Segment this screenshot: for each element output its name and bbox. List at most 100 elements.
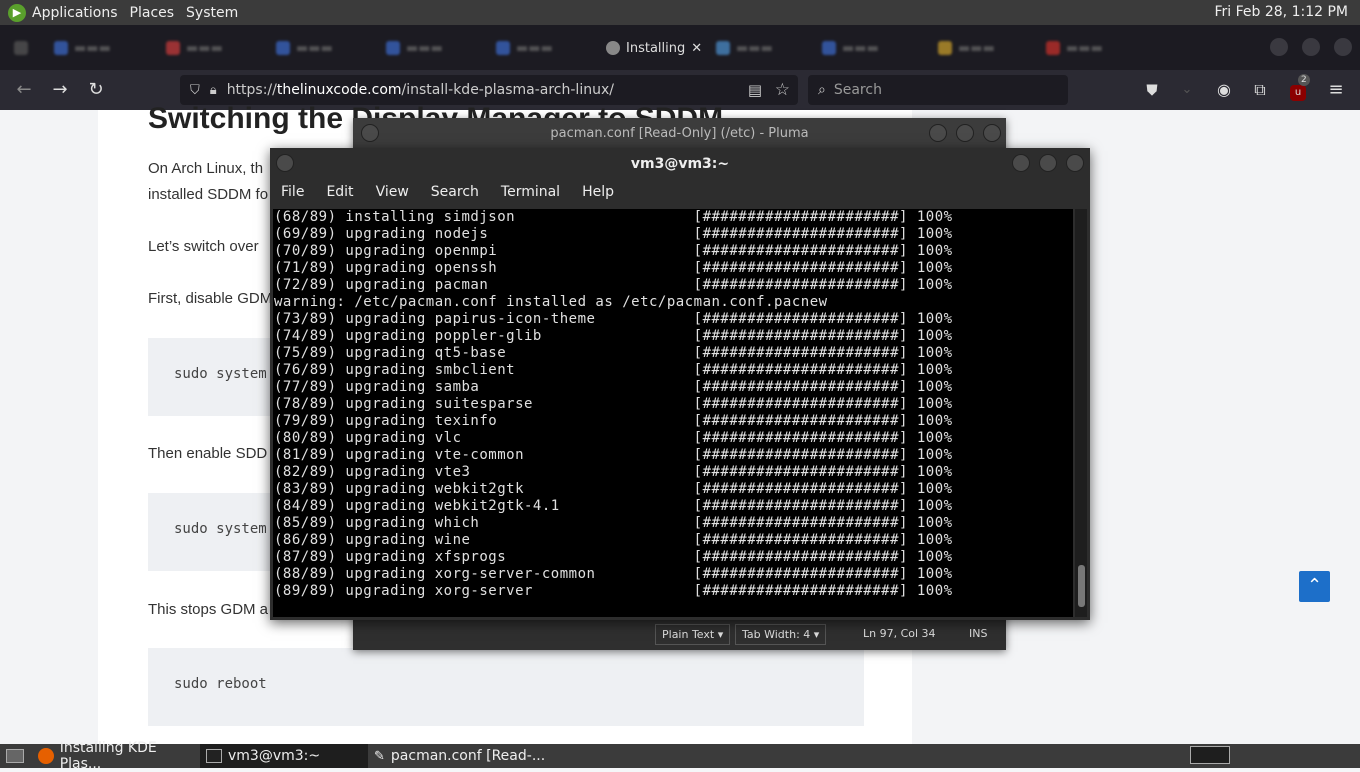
workspace-switcher[interactable]	[1190, 746, 1230, 764]
menu-help[interactable]: Help	[571, 180, 625, 206]
extensions-icon[interactable]: ⧉	[1248, 79, 1272, 101]
terminal-line: (71/89) upgrading openssh [#############…	[274, 260, 953, 276]
tab-blurred-8[interactable]: ▬▬▬	[932, 33, 1040, 63]
syntax-dropdown[interactable]: Plain Text ▾	[655, 624, 731, 645]
terminal-minimize-button[interactable]	[1012, 154, 1030, 172]
account-icon[interactable]: ◉	[1212, 79, 1236, 101]
tab-blurred-9[interactable]: ▬▬▬	[1040, 33, 1148, 63]
hamburger-menu-icon[interactable]: ≡	[1324, 79, 1348, 101]
task-browser[interactable]: Installing KDE Plas...	[32, 740, 200, 772]
task-browser-label: Installing KDE Plas...	[59, 740, 157, 772]
downloads-icon[interactable]: ⌄	[1175, 79, 1199, 101]
terminal-line: (68/89) installing simdjson [###########…	[274, 209, 953, 225]
terminal-title: vm3@vm3:~	[630, 156, 730, 172]
extension-badge: 2	[1298, 74, 1310, 86]
tab-overview-icon[interactable]	[8, 33, 48, 63]
paragraph-4: Then enable SDD	[148, 445, 268, 462]
terminal-line: (75/89) upgrading qt5-base [############…	[274, 345, 953, 361]
back-button[interactable]: ←	[12, 79, 36, 101]
system-menu[interactable]: System	[180, 5, 244, 21]
tab-blurred-4[interactable]: ▬▬▬	[380, 33, 488, 63]
terminal-line: (85/89) upgrading which [###############…	[274, 515, 953, 531]
firefox-icon	[38, 748, 54, 764]
applications-menu[interactable]: Applications	[26, 5, 124, 21]
syntax-label: Plain Text	[662, 628, 715, 641]
pluma-status-bar: Plain Text ▾ Tab Width: 4 ▾ Ln 97, Col 3…	[353, 620, 1006, 650]
scrollbar-thumb[interactable]	[1078, 565, 1085, 607]
code-text: sudo reboot	[174, 676, 267, 692]
terminal-line: (86/89) upgrading wine [################…	[274, 532, 953, 548]
terminal-line: (83/89) upgrading webkit2gtk [##########…	[274, 481, 953, 497]
tab-blurred-3[interactable]: ▬▬▬	[270, 33, 378, 63]
bottom-taskbar: Installing KDE Plas... vm3@vm3:~ ✎ pacma…	[0, 740, 1360, 772]
pluma-title: pacman.conf [Read-Only] (/etc) - Pluma	[550, 126, 809, 141]
task-terminal-label: vm3@vm3:~	[228, 748, 321, 764]
tab-blurred-2[interactable]: ▬▬▬	[160, 33, 268, 63]
close-tab-icon[interactable]: ✕	[691, 41, 702, 56]
url-bar[interactable]: ⛉ 🔒︎ https://thelinuxcode.com/install-kd…	[180, 75, 798, 105]
terminal-window[interactable]: vm3@vm3:~ File Edit View Search Terminal…	[270, 148, 1090, 620]
lock-icon[interactable]: 🔒︎	[210, 83, 217, 98]
terminal-line: (69/89) upgrading nodejs [##############…	[274, 226, 953, 242]
bookmark-star-icon[interactable]: ☆	[775, 80, 790, 100]
maximize-button[interactable]	[1302, 38, 1320, 56]
terminal-line: (80/89) upgrading vlc [#################…	[274, 430, 953, 446]
ublock-icon[interactable]: u 2	[1286, 74, 1310, 101]
scroll-to-top-button[interactable]: ⌃	[1299, 571, 1330, 602]
tab-active[interactable]: Installing ✕	[600, 33, 704, 63]
terminal-line: (77/89) upgrading samba [###############…	[274, 379, 953, 395]
paragraph-5: This stops GDM a	[148, 601, 269, 618]
url-path: /install-kde-plasma-arch-linux/	[401, 82, 614, 98]
terminal-line: (88/89) upgrading xorg-server-common [##…	[274, 566, 953, 582]
menu-edit[interactable]: Edit	[315, 180, 364, 206]
task-terminal[interactable]: vm3@vm3:~	[200, 744, 368, 768]
terminal-close-button[interactable]	[1066, 154, 1084, 172]
pocket-icon[interactable]: ⛊	[1140, 79, 1164, 101]
cursor-position: Ln 97, Col 34	[863, 627, 936, 640]
terminal-line: (81/89) upgrading vte-common [##########…	[274, 447, 953, 463]
tab-blurred-5[interactable]: ▬▬▬	[490, 33, 598, 63]
tab-width-dropdown[interactable]: Tab Width: 4 ▾	[735, 624, 827, 645]
terminal-line: (73/89) upgrading papirus-icon-theme [##…	[274, 311, 953, 327]
menu-search[interactable]: Search	[420, 180, 490, 206]
panel-clock[interactable]: Fri Feb 28, 1:12 PM	[1215, 4, 1349, 20]
active-tab-label: Installing	[626, 40, 686, 56]
search-bar[interactable]: ⌕ Search	[808, 75, 1068, 105]
terminal-line: (76/89) upgrading smbclient [###########…	[274, 362, 953, 378]
forward-button[interactable]: →	[48, 79, 72, 101]
insert-mode: INS	[969, 627, 988, 640]
menu-view[interactable]: View	[365, 180, 420, 206]
search-icon: ⌕	[818, 82, 826, 98]
terminal-menubar: File Edit View Search Terminal Help	[270, 180, 1090, 206]
terminal-window-menu-button[interactable]	[276, 154, 294, 172]
menu-terminal[interactable]: Terminal	[490, 180, 571, 206]
terminal-maximize-button[interactable]	[1039, 154, 1057, 172]
tab-blurred-1[interactable]: ▬▬▬	[48, 33, 156, 63]
terminal-line: (70/89) upgrading openmpi [#############…	[274, 243, 953, 259]
task-pluma[interactable]: ✎ pacman.conf [Read-...	[368, 744, 548, 768]
code-text: sudo system	[174, 366, 267, 382]
terminal-line: warning: /etc/pacman.conf installed as /…	[274, 294, 828, 310]
tab-blurred-7[interactable]: ▬▬▬	[816, 33, 924, 63]
places-menu[interactable]: Places	[124, 5, 181, 21]
reader-view-icon[interactable]: ▤	[748, 81, 762, 99]
pluma-close-button[interactable]	[983, 124, 1001, 142]
pluma-window-menu-button[interactable]	[361, 124, 379, 142]
reload-button[interactable]: ↻	[84, 79, 108, 101]
close-window-button[interactable]	[1334, 38, 1352, 56]
pluma-minimize-button[interactable]	[929, 124, 947, 142]
terminal-scrollbar[interactable]	[1075, 209, 1087, 617]
shield-icon[interactable]: ⛉	[190, 83, 200, 98]
code-block[interactable]: sudo reboot	[148, 648, 864, 726]
search-placeholder: Search	[833, 82, 882, 98]
pluma-maximize-button[interactable]	[956, 124, 974, 142]
terminal-screen[interactable]: (68/89) installing simdjson [###########…	[273, 209, 1073, 617]
distro-logo-icon[interactable]: ▶	[8, 3, 26, 22]
minimize-button[interactable]	[1270, 38, 1288, 56]
show-desktop-button[interactable]	[0, 744, 28, 768]
terminal-line: (78/89) upgrading suitesparse [#########…	[274, 396, 953, 412]
terminal-line: (82/89) upgrading vte3 [################…	[274, 464, 953, 480]
tab-blurred-6[interactable]: ▬▬▬	[710, 33, 818, 63]
task-pluma-label: pacman.conf [Read-...	[390, 748, 546, 764]
menu-file[interactable]: File	[270, 180, 315, 206]
